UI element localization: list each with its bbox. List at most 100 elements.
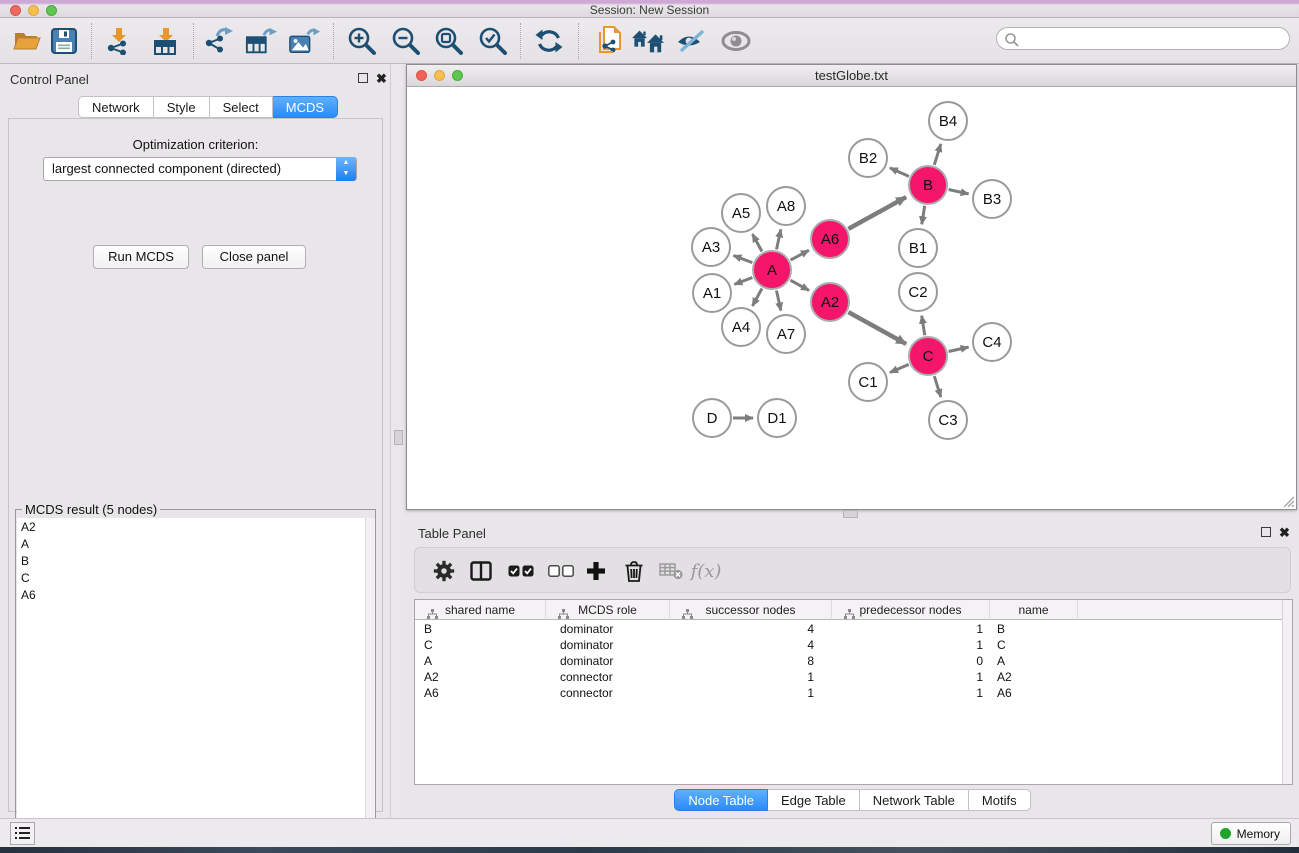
edge-A-A3[interactable] xyxy=(733,255,752,262)
duplicate-network-icon[interactable] xyxy=(594,25,626,57)
tab-edge-table[interactable]: Edge Table xyxy=(768,789,860,811)
node-C2[interactable]: C2 xyxy=(898,272,938,312)
node-A2[interactable]: A2 xyxy=(810,282,850,322)
node-B[interactable]: B xyxy=(908,165,948,205)
edge-C-C2[interactable] xyxy=(922,316,925,336)
edge-A-A7[interactable] xyxy=(776,291,780,311)
table-row[interactable]: Bdominator41B xyxy=(415,621,1282,637)
zoom-out-icon[interactable] xyxy=(390,25,422,57)
node-C4[interactable]: C4 xyxy=(972,322,1012,362)
float-panel-icon[interactable] xyxy=(358,73,368,83)
column-header-name[interactable]: name xyxy=(990,600,1078,620)
node-A8[interactable]: A8 xyxy=(766,186,806,226)
mcds-result-item[interactable]: A2 xyxy=(17,518,375,535)
horizontal-splitter-handle[interactable] xyxy=(843,510,858,518)
table-scrollbar[interactable] xyxy=(1282,600,1292,784)
task-history-button[interactable] xyxy=(10,822,35,845)
tab-select[interactable]: Select xyxy=(210,96,273,118)
select-all-check-icon[interactable] xyxy=(506,556,536,586)
edge-C-C4[interactable] xyxy=(949,347,969,351)
criterion-dropdown[interactable]: largest connected component (directed) ▲… xyxy=(43,157,357,181)
edge-A-A1[interactable] xyxy=(734,278,752,285)
save-session-icon[interactable] xyxy=(48,25,80,57)
node-D1[interactable]: D1 xyxy=(757,398,797,438)
open-session-icon[interactable] xyxy=(11,25,43,57)
deselect-all-check-icon[interactable] xyxy=(546,556,576,586)
export-image-icon[interactable] xyxy=(288,25,320,57)
search-input[interactable] xyxy=(996,27,1290,50)
show-all-icon[interactable] xyxy=(720,25,752,57)
column-header-successor-nodes[interactable]: successor nodes xyxy=(670,600,832,620)
scrollbar[interactable] xyxy=(365,518,375,845)
tab-node-table[interactable]: Node Table xyxy=(674,789,768,811)
zoom-selected-icon[interactable] xyxy=(477,25,509,57)
network-window-titlebar[interactable]: testGlobe.txt xyxy=(407,65,1296,87)
mcds-result-list[interactable]: A2ABCA6 xyxy=(17,518,375,845)
mcds-result-item[interactable]: A6 xyxy=(17,586,375,603)
edge-A-A8[interactable] xyxy=(776,229,780,249)
edge-A-A2[interactable] xyxy=(790,280,809,290)
edge-B-B3[interactable] xyxy=(949,189,969,193)
float-table-panel-icon[interactable] xyxy=(1261,527,1271,537)
edge-C-C1[interactable] xyxy=(890,364,909,372)
mcds-result-item[interactable]: B xyxy=(17,552,375,569)
node-D[interactable]: D xyxy=(692,398,732,438)
export-network-icon[interactable] xyxy=(203,25,235,57)
refresh-icon[interactable] xyxy=(533,25,565,57)
memory-button[interactable]: Memory xyxy=(1211,822,1291,845)
node-B3[interactable]: B3 xyxy=(972,179,1012,219)
function-builder-icon[interactable]: f(x) xyxy=(691,556,721,586)
zoom-in-icon[interactable] xyxy=(346,25,378,57)
table-row[interactable]: A2connector11A2 xyxy=(415,669,1282,685)
import-table-icon[interactable] xyxy=(150,25,182,57)
node-B2[interactable]: B2 xyxy=(848,138,888,178)
edge-A6-B[interactable] xyxy=(848,197,906,229)
table-row[interactable]: A6connector11A6 xyxy=(415,685,1282,701)
column-settings-icon[interactable] xyxy=(429,556,459,586)
close-panel-icon[interactable]: ✖ xyxy=(376,74,387,84)
edge-B-B2[interactable] xyxy=(890,168,909,177)
hide-selected-icon[interactable] xyxy=(675,25,707,57)
node-A7[interactable]: A7 xyxy=(766,314,806,354)
node-C3[interactable]: C3 xyxy=(928,400,968,440)
run-mcds-button[interactable]: Run MCDS xyxy=(93,245,189,269)
zoom-fit-icon[interactable] xyxy=(433,25,465,57)
node-A3[interactable]: A3 xyxy=(691,227,731,267)
node-B1[interactable]: B1 xyxy=(898,228,938,268)
table-row[interactable]: Adominator80A xyxy=(415,653,1282,669)
vertical-splitter-handle[interactable] xyxy=(394,430,403,445)
node-C[interactable]: C xyxy=(908,336,948,376)
node-A6[interactable]: A6 xyxy=(810,219,850,259)
edge-A-A5[interactable] xyxy=(752,234,762,251)
mcds-result-item[interactable]: A xyxy=(17,535,375,552)
show-column-icon[interactable] xyxy=(466,556,496,586)
edge-A2-C[interactable] xyxy=(848,312,906,344)
column-header-shared-name[interactable]: shared name xyxy=(415,600,546,620)
network-canvas[interactable]: B4B2BB3A8A5A6A3B1AC2A1A2A4A7C4CC1DD1C3 xyxy=(407,87,1296,509)
table-row[interactable]: Cdominator41C xyxy=(415,637,1282,653)
tab-network[interactable]: Network xyxy=(78,96,154,118)
node-B4[interactable]: B4 xyxy=(928,101,968,141)
mcds-result-item[interactable]: C xyxy=(17,569,375,586)
tab-style[interactable]: Style xyxy=(154,96,210,118)
add-row-icon[interactable] xyxy=(581,556,611,586)
import-network-icon[interactable] xyxy=(103,25,135,57)
node-A4[interactable]: A4 xyxy=(721,307,761,347)
delete-row-icon[interactable] xyxy=(619,556,649,586)
delete-table-icon[interactable] xyxy=(656,556,686,586)
node-A5[interactable]: A5 xyxy=(721,193,761,233)
node-A1[interactable]: A1 xyxy=(692,273,732,313)
edge-B-B4[interactable] xyxy=(934,144,941,165)
edge-A-A6[interactable] xyxy=(791,250,809,260)
close-table-panel-icon[interactable]: ✖ xyxy=(1279,528,1290,538)
edge-A-A4[interactable] xyxy=(752,288,762,305)
tab-motifs[interactable]: Motifs xyxy=(969,789,1031,811)
export-table-icon[interactable] xyxy=(245,25,277,57)
resize-grip-icon[interactable] xyxy=(1281,494,1294,507)
column-header-predecessor-nodes[interactable]: predecessor nodes xyxy=(832,600,990,620)
tab-mcds[interactable]: MCDS xyxy=(273,96,338,118)
edge-C-C3[interactable] xyxy=(934,376,941,397)
column-header-MCDS-role[interactable]: MCDS role xyxy=(546,600,670,620)
tab-network-table[interactable]: Network Table xyxy=(860,789,969,811)
close-panel-button[interactable]: Close panel xyxy=(202,245,306,269)
